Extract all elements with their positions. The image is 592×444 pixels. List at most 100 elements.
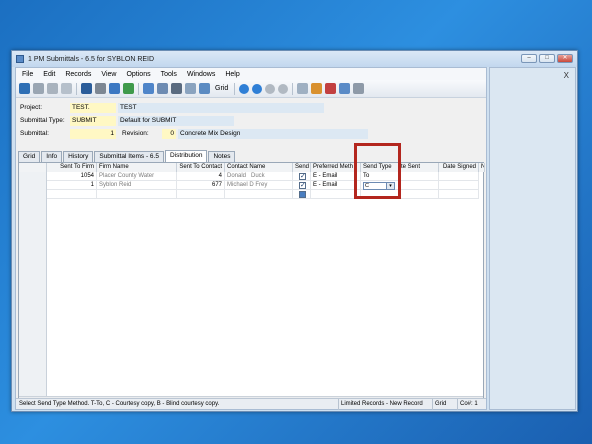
link-icon[interactable]: [33, 83, 44, 94]
grid-icon[interactable]: [199, 83, 210, 94]
distribution-grid: Sent To Firm Firm Name Sent To Contact C…: [18, 162, 485, 405]
delete-icon[interactable]: [47, 83, 58, 94]
cell-date-signed[interactable]: [439, 190, 479, 199]
project-code-field[interactable]: TEST.: [70, 102, 116, 113]
people-icon[interactable]: [311, 83, 323, 94]
cell-firm[interactable]: 1: [47, 181, 97, 190]
toolbar: Grid: [16, 80, 486, 98]
col-notes[interactable]: N: [479, 163, 485, 172]
cell-date-sent[interactable]: [399, 181, 439, 190]
print-icon[interactable]: [171, 83, 182, 94]
revision-label: Revision:: [122, 130, 149, 137]
edit-icon[interactable]: [339, 83, 351, 94]
cell-firm-name: [97, 190, 177, 199]
col-date-signed[interactable]: Date Signed: [439, 163, 479, 172]
project-label: Project:: [20, 104, 43, 111]
save-icon[interactable]: [81, 83, 92, 94]
send-checkbox[interactable]: [299, 172, 306, 180]
submittal-number-field[interactable]: 1: [70, 128, 116, 139]
send-type-highlight-box: [354, 143, 401, 199]
cell-contact-name: Donald Duck: [225, 172, 293, 181]
menu-view[interactable]: View: [101, 71, 116, 78]
pm-submittals-window: 1 PM Submittals - 6.5 for SYBLON REID – …: [11, 50, 578, 412]
undo-icon[interactable]: [109, 83, 120, 94]
col-sent-to-firm[interactable]: Sent To Firm: [47, 163, 97, 172]
col-firm-name[interactable]: Firm Name: [97, 163, 177, 172]
menu-options[interactable]: Options: [126, 71, 150, 78]
cell-contact-name: [225, 190, 293, 199]
cell-date-sent[interactable]: [399, 172, 439, 181]
cell-firm-name: Placer County Water: [97, 172, 177, 181]
cell-firm[interactable]: 1054: [47, 172, 97, 181]
menu-windows[interactable]: Windows: [187, 71, 215, 78]
new-record-icon[interactable]: [19, 83, 30, 94]
tab-info[interactable]: Info: [41, 151, 63, 162]
check-icon[interactable]: [185, 83, 196, 94]
tab-notes[interactable]: Notes: [208, 151, 236, 162]
menu-tools[interactable]: Tools: [161, 71, 177, 78]
menu-records[interactable]: Records: [65, 71, 91, 78]
calculator-icon[interactable]: [143, 83, 154, 94]
revision-field[interactable]: 0: [162, 128, 176, 139]
submittal-description-field: Concrete Mix Design: [178, 128, 368, 139]
app-icon: [16, 55, 24, 63]
cell-contact-name: Michael D Frey: [225, 181, 293, 190]
cell-date-signed[interactable]: [439, 172, 479, 181]
attachment-icon[interactable]: [157, 83, 168, 94]
next-record-icon[interactable]: [265, 83, 276, 94]
send-checkbox[interactable]: [299, 191, 306, 198]
submittal-label: Submittal:: [20, 130, 49, 137]
main-pane: File Edit Records View Options Tools Win…: [15, 67, 487, 410]
title-bar: 1 PM Submittals - 6.5 for SYBLON REID – …: [12, 51, 577, 67]
row-selector[interactable]: [19, 181, 47, 190]
status-bar: Select Send Type Method. T-To, C - Court…: [16, 398, 486, 410]
submittal-type-name-field: Default for SUBMIT: [118, 115, 234, 126]
col-contact-name[interactable]: Contact Name: [225, 163, 293, 172]
submittal-type-label: Submittal Type:: [20, 117, 65, 124]
grid-view-label[interactable]: Grid: [213, 85, 230, 92]
menu-file[interactable]: File: [22, 71, 33, 78]
right-side-pane: X: [489, 67, 576, 410]
status-mode: Grid: [432, 399, 456, 410]
col-sent-to-contact[interactable]: Sent To Contact: [177, 163, 225, 172]
search-icon[interactable]: [297, 83, 309, 94]
help-icon[interactable]: [353, 83, 365, 94]
cell-firm[interactable]: [47, 190, 97, 199]
menu-bar: File Edit Records View Options Tools Win…: [16, 68, 486, 80]
cell-contact[interactable]: [177, 190, 225, 199]
refresh-icon[interactable]: [123, 83, 134, 94]
tab-history[interactable]: History: [63, 151, 94, 162]
status-message: Select Send Type Method. T-To, C - Court…: [19, 401, 220, 407]
project-name-field: TEST: [118, 102, 324, 113]
tab-submittal-items[interactable]: Submittal Items - 6.5: [94, 151, 164, 162]
close-pane-icon[interactable]: X: [564, 71, 569, 80]
minimize-button[interactable]: –: [521, 54, 537, 63]
submittal-type-code-field[interactable]: SUBMIT: [70, 115, 116, 126]
cell-contact[interactable]: 4: [177, 172, 225, 181]
col-send[interactable]: Send: [293, 163, 311, 172]
row-selector-header: [19, 163, 47, 172]
col-date-sent[interactable]: te Sent: [399, 163, 439, 172]
notes-icon[interactable]: [325, 83, 337, 94]
row-selector[interactable]: [19, 172, 47, 181]
row-selector[interactable]: [19, 190, 47, 199]
send-checkbox[interactable]: [299, 181, 306, 189]
tab-distribution[interactable]: Distribution: [164, 150, 208, 162]
last-record-icon[interactable]: [278, 83, 289, 94]
tab-grid[interactable]: Grid: [18, 151, 41, 162]
tab-strip: Grid Info History Submittal Items - 6.5 …: [18, 150, 236, 162]
maximize-button[interactable]: □: [539, 54, 555, 63]
header-fields: Project: TEST. TEST Submittal Type: SUBM…: [16, 98, 486, 143]
first-record-icon[interactable]: [239, 83, 250, 94]
cell-date-signed[interactable]: [439, 181, 479, 190]
menu-edit[interactable]: Edit: [43, 71, 55, 78]
cell-date-sent[interactable]: [399, 190, 439, 199]
copy-icon[interactable]: [61, 83, 72, 94]
cell-contact[interactable]: 677: [177, 181, 225, 190]
window-title: 1 PM Submittals - 6.5 for SYBLON REID: [28, 55, 155, 63]
previous-record-icon[interactable]: [252, 83, 263, 94]
menu-help[interactable]: Help: [225, 71, 239, 78]
cancel-icon[interactable]: [95, 83, 106, 94]
close-button[interactable]: ✕: [557, 54, 573, 63]
row-selector-column: [19, 199, 47, 396]
